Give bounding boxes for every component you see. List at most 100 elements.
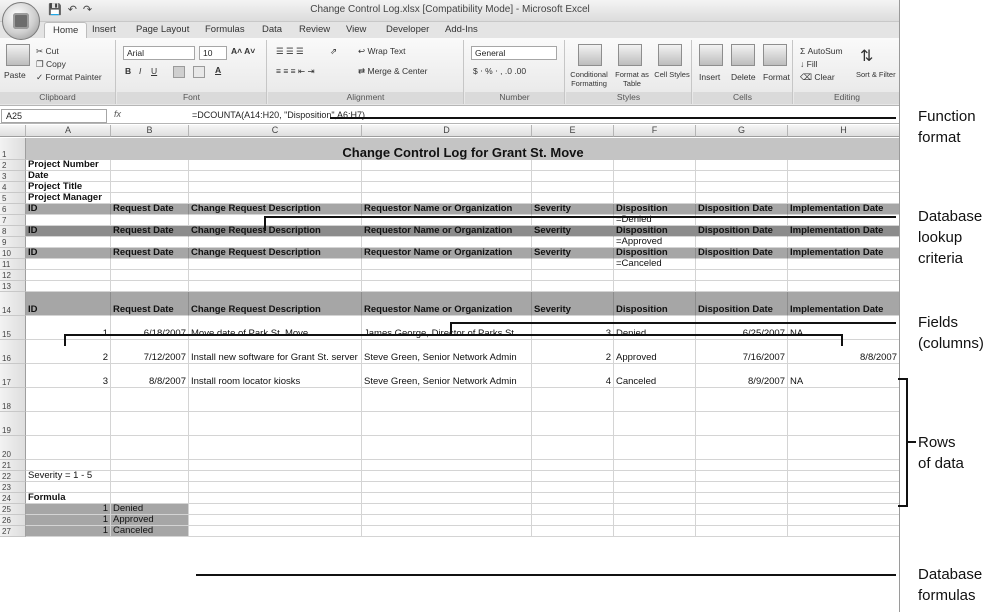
data-cell[interactable]: Install new software for Grant St. serve… bbox=[189, 340, 362, 364]
empty-cell[interactable] bbox=[696, 193, 788, 204]
delete-button[interactable]: Delete bbox=[731, 72, 756, 82]
merge-center-button[interactable]: ⇄ Merge & Center bbox=[358, 66, 427, 77]
header-cell[interactable]: Requestor Name or Organization bbox=[362, 248, 532, 259]
cell-styles-button[interactable]: Cell Styles bbox=[654, 70, 690, 79]
header-cell[interactable]: Requestor Name or Organization bbox=[362, 204, 532, 215]
empty-cell[interactable] bbox=[614, 388, 696, 412]
tab-formulas[interactable]: Formulas bbox=[205, 24, 245, 35]
row-header-14[interactable]: 14 bbox=[0, 292, 26, 316]
header-cell[interactable]: Implementation Date bbox=[788, 248, 899, 259]
header-cell[interactable]: Severity bbox=[532, 204, 614, 215]
row-header-3[interactable]: 3 bbox=[0, 171, 26, 182]
empty-cell[interactable] bbox=[614, 171, 696, 182]
spreadsheet-grid[interactable]: A B C D E F G H 1 Change Control Log for … bbox=[0, 125, 899, 612]
empty-cell[interactable] bbox=[696, 482, 788, 493]
empty-cell[interactable] bbox=[362, 493, 532, 504]
empty-cell[interactable] bbox=[788, 281, 899, 292]
empty-cell[interactable] bbox=[788, 412, 899, 436]
cut-button[interactable]: ✂ Cut bbox=[36, 46, 59, 57]
empty-cell[interactable] bbox=[362, 482, 532, 493]
empty-cell[interactable] bbox=[788, 171, 899, 182]
empty-cell[interactable] bbox=[26, 270, 111, 281]
row-header-6[interactable]: 6 bbox=[0, 204, 26, 215]
row-header-22[interactable]: 22 bbox=[0, 471, 26, 482]
column-header-c[interactable]: C bbox=[189, 125, 362, 137]
formula-result-count[interactable]: 1 bbox=[26, 515, 111, 526]
conditional-formatting-button[interactable]: Conditional Formatting bbox=[568, 70, 610, 88]
row-header-12[interactable]: 12 bbox=[0, 270, 26, 281]
number-format-icons[interactable]: $ ⋅ % ⋅ , .0 .00 bbox=[473, 66, 526, 77]
empty-cell[interactable] bbox=[788, 471, 899, 482]
header-cell[interactable]: Severity bbox=[532, 226, 614, 237]
header-cell[interactable]: Severity bbox=[532, 248, 614, 259]
header-cell[interactable]: Disposition Date bbox=[696, 248, 788, 259]
fill-color-icon[interactable] bbox=[193, 66, 205, 78]
empty-cell[interactable] bbox=[614, 504, 696, 515]
data-cell[interactable]: 2 bbox=[26, 340, 111, 364]
row-header-27[interactable]: 27 bbox=[0, 526, 26, 537]
clear-button[interactable]: ⌫ Clear bbox=[800, 72, 835, 83]
empty-cell[interactable] bbox=[189, 259, 362, 270]
empty-cell[interactable] bbox=[362, 270, 532, 281]
empty-cell[interactable] bbox=[111, 482, 189, 493]
empty-cell[interactable] bbox=[111, 388, 189, 412]
empty-cell[interactable] bbox=[111, 493, 189, 504]
header-cell[interactable]: ID bbox=[26, 204, 111, 215]
paste-button[interactable]: Paste bbox=[4, 70, 26, 80]
empty-cell[interactable] bbox=[532, 515, 614, 526]
empty-cell[interactable] bbox=[696, 460, 788, 471]
empty-cell[interactable] bbox=[111, 193, 189, 204]
empty-cell[interactable] bbox=[26, 259, 111, 270]
empty-cell[interactable] bbox=[532, 493, 614, 504]
empty-cell[interactable] bbox=[614, 493, 696, 504]
empty-cell[interactable] bbox=[189, 515, 362, 526]
header-cell[interactable]: Implementation Date bbox=[788, 292, 899, 316]
data-cell[interactable]: 7/12/2007 bbox=[111, 340, 189, 364]
data-cell[interactable]: Move date of Park St. Move bbox=[189, 316, 362, 340]
empty-cell[interactable] bbox=[696, 281, 788, 292]
format-as-table-button[interactable]: Format as Table bbox=[612, 70, 652, 88]
data-cell[interactable]: 1 bbox=[26, 316, 111, 340]
empty-cell[interactable] bbox=[788, 237, 899, 248]
criteria-cell[interactable]: =Canceled bbox=[614, 259, 696, 270]
header-cell[interactable]: Request Date bbox=[111, 292, 189, 316]
row-header-4[interactable]: 4 bbox=[0, 182, 26, 193]
office-button[interactable] bbox=[2, 2, 40, 40]
row-header-15[interactable]: 15 bbox=[0, 316, 26, 340]
data-cell[interactable]: 8/8/2007 bbox=[788, 340, 899, 364]
empty-cell[interactable] bbox=[788, 493, 899, 504]
empty-cell[interactable] bbox=[788, 515, 899, 526]
formula-result-label[interactable]: Approved bbox=[111, 515, 189, 526]
criteria-cell[interactable]: =Approved bbox=[614, 237, 696, 248]
empty-cell[interactable] bbox=[696, 182, 788, 193]
empty-cell[interactable] bbox=[189, 436, 362, 460]
empty-cell[interactable] bbox=[532, 237, 614, 248]
empty-cell[interactable] bbox=[189, 388, 362, 412]
format-button[interactable]: Format bbox=[763, 72, 790, 82]
fill-button[interactable]: ↓ Fill bbox=[800, 59, 817, 69]
data-cell[interactable]: NA bbox=[788, 316, 899, 340]
empty-cell[interactable] bbox=[788, 182, 899, 193]
empty-cell[interactable] bbox=[788, 270, 899, 281]
data-cell[interactable]: 2 bbox=[532, 340, 614, 364]
row-header-26[interactable]: 26 bbox=[0, 515, 26, 526]
name-box[interactable]: A25 bbox=[1, 109, 107, 123]
empty-cell[interactable] bbox=[696, 259, 788, 270]
empty-cell[interactable] bbox=[696, 471, 788, 482]
empty-cell[interactable] bbox=[111, 281, 189, 292]
font-grow-icon[interactable]: A˄ A˅ bbox=[231, 46, 255, 56]
row-header-21[interactable]: 21 bbox=[0, 460, 26, 471]
tab-data[interactable]: Data bbox=[262, 24, 282, 35]
empty-cell[interactable] bbox=[189, 160, 362, 171]
row-header-2[interactable]: 2 bbox=[0, 160, 26, 171]
format-painter-button[interactable]: ✓ Format Painter bbox=[36, 72, 102, 83]
header-cell[interactable]: Change Request Description bbox=[189, 292, 362, 316]
header-cell[interactable]: Disposition Date bbox=[696, 226, 788, 237]
font-size-select[interactable]: 10 bbox=[199, 46, 227, 60]
empty-cell[interactable] bbox=[614, 193, 696, 204]
row-header-8[interactable]: 8 bbox=[0, 226, 26, 237]
empty-cell[interactable] bbox=[532, 171, 614, 182]
tab-page-layout[interactable]: Page Layout bbox=[136, 24, 189, 35]
header-cell[interactable]: Implementation Date bbox=[788, 204, 899, 215]
tab-review[interactable]: Review bbox=[299, 24, 330, 35]
